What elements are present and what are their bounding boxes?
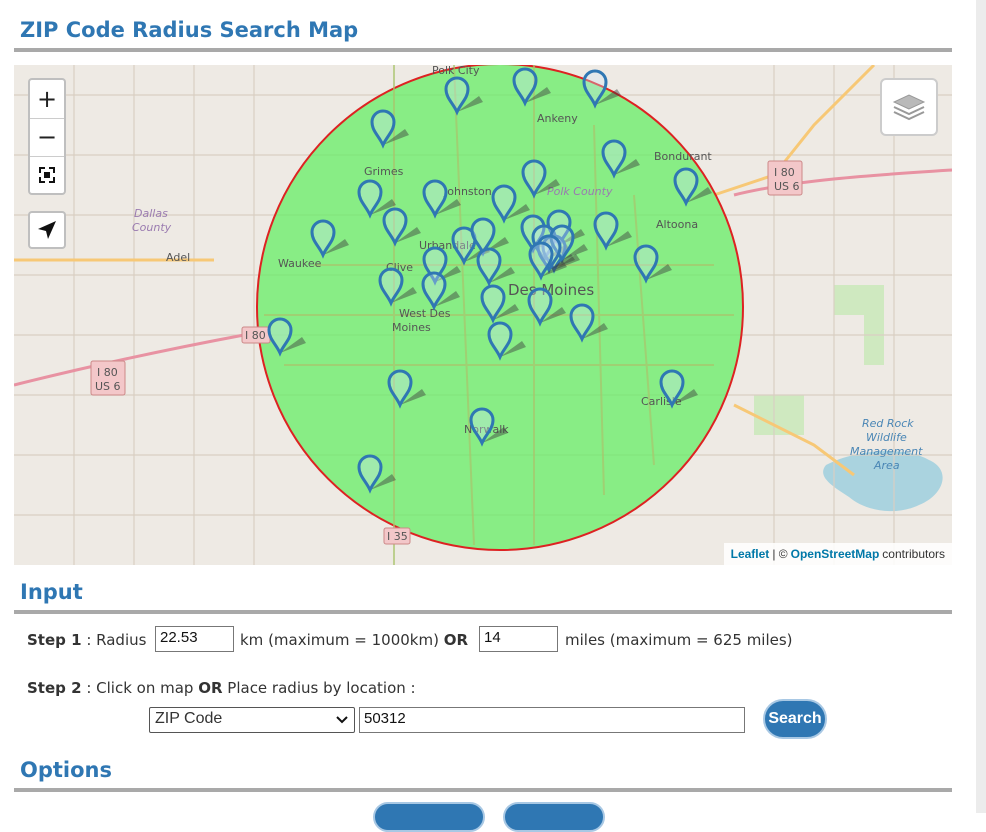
zip-marker[interactable] <box>476 247 515 287</box>
osm-link[interactable]: OpenStreetMap <box>791 547 880 561</box>
zoom-in-button[interactable]: + <box>30 80 64 119</box>
page-scrollbar-gutter <box>976 0 986 813</box>
zip-marker[interactable] <box>527 287 566 327</box>
locate-button[interactable] <box>28 211 66 249</box>
zoom-out-button[interactable]: − <box>30 118 64 157</box>
options-button[interactable] <box>373 802 485 832</box>
zip-marker[interactable] <box>310 219 349 259</box>
layers-icon <box>892 94 926 121</box>
zip-marker[interactable] <box>601 139 640 179</box>
radius-km-input[interactable]: 22.53 <box>155 626 234 652</box>
options-section-title: Options <box>14 758 952 792</box>
zip-marker[interactable] <box>569 303 608 343</box>
zip-marker[interactable] <box>422 179 461 219</box>
location-type-value: ZIP Code <box>155 710 223 727</box>
map[interactable]: I 80 US 6 I 80 US 6 I 80 I 35 Polk City … <box>14 65 952 565</box>
km-text-row: km (maximum = 1000km) OR <box>240 631 468 649</box>
marker-layer <box>267 67 712 494</box>
zip-marker[interactable] <box>582 69 621 109</box>
location-arrow-icon <box>38 221 56 239</box>
layers-button[interactable] <box>880 78 938 136</box>
options-button[interactable] <box>503 802 605 832</box>
map-attribution: Leaflet | © OpenStreetMap contributors <box>723 543 952 565</box>
zip-marker[interactable] <box>487 321 526 361</box>
attribution-sep: | © <box>772 547 788 561</box>
zip-marker[interactable] <box>370 109 409 149</box>
step2-place-text: Place radius by location : <box>222 679 416 697</box>
zip-marker[interactable] <box>491 184 530 224</box>
leaflet-link[interactable]: Leaflet <box>731 547 770 561</box>
step2-click-text: : Click on map <box>81 679 199 697</box>
step1-or: OR <box>443 631 469 649</box>
zip-marker[interactable] <box>480 284 519 324</box>
zip-marker[interactable] <box>444 76 483 116</box>
location-input[interactable]: 50312 <box>359 707 745 733</box>
fullscreen-button[interactable] <box>30 156 64 194</box>
zoom-control: + − <box>28 78 66 195</box>
zip-marker[interactable] <box>521 159 560 199</box>
chevron-down-icon <box>336 716 348 724</box>
zip-marker[interactable] <box>378 267 417 307</box>
fullscreen-icon <box>39 167 55 183</box>
search-button[interactable]: Search <box>763 699 827 739</box>
radius-miles-input[interactable]: 14 <box>479 626 558 652</box>
step1-label: Step 1 <box>27 631 82 649</box>
step2-or: OR <box>198 679 223 697</box>
zip-marker[interactable] <box>673 167 712 207</box>
input-section-title: Input <box>14 580 952 614</box>
zip-marker[interactable] <box>387 369 426 409</box>
step1-row: Step 1 : Radius <box>27 631 146 649</box>
attribution-contributors: contributors <box>882 547 945 561</box>
step2-label: Step 2 <box>27 679 82 697</box>
zip-marker[interactable] <box>357 454 396 494</box>
zip-marker[interactable] <box>469 407 508 447</box>
zip-marker[interactable] <box>267 317 306 357</box>
step1-radius-text: : Radius <box>81 631 147 649</box>
zip-marker[interactable] <box>512 67 551 107</box>
zip-marker[interactable] <box>633 244 672 284</box>
location-type-select[interactable]: ZIP Code <box>149 707 355 733</box>
step2-row: Step 2 : Click on map OR Place radius by… <box>27 679 416 697</box>
page-title: ZIP Code Radius Search Map <box>14 18 952 52</box>
zip-marker[interactable] <box>659 369 698 409</box>
zip-marker[interactable] <box>382 207 421 247</box>
miles-max-text: miles (maximum = 625 miles) <box>565 631 793 649</box>
zip-marker[interactable] <box>593 211 632 251</box>
zip-marker[interactable] <box>421 271 460 311</box>
km-max-text: km (maximum = 1000km) <box>240 631 444 649</box>
